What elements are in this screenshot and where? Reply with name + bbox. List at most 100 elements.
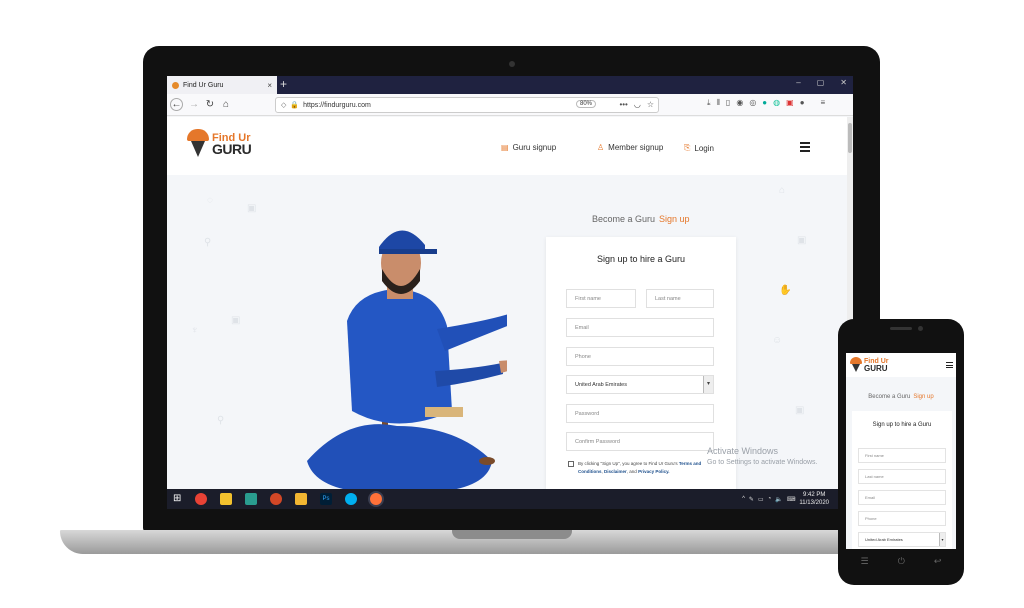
pattern-icon: ▣ bbox=[231, 315, 241, 326]
download-icon[interactable]: ⤓ bbox=[707, 98, 711, 108]
terms-text: By clicking "Sign Up", you agree to Find… bbox=[568, 460, 718, 476]
terms-checkbox[interactable] bbox=[568, 461, 574, 467]
file-explorer-icon[interactable] bbox=[295, 493, 307, 505]
window-controls: – ▢ ✕ bbox=[796, 78, 847, 87]
email-input[interactable]: Email bbox=[566, 318, 714, 337]
phone-input[interactable]: Phone bbox=[566, 347, 714, 366]
forward-icon[interactable]: → bbox=[186, 99, 202, 110]
country-selected-value: United Arab Emirates bbox=[575, 381, 627, 388]
taskbar-clock[interactable]: 9:42 PM 11/13/2020 bbox=[799, 491, 829, 507]
address-bar[interactable]: ◇ 🔒 https://findurguru.com 80% ••• ◡ ☆ bbox=[275, 97, 659, 113]
extension-icon[interactable]: ● bbox=[800, 98, 805, 108]
phone-email-input[interactable]: Email bbox=[858, 490, 946, 505]
menu-icon[interactable]: ≡ bbox=[821, 98, 826, 108]
nav-login[interactable]: ⎘ Login bbox=[684, 143, 714, 153]
phone-phone-input[interactable]: Phone bbox=[858, 511, 946, 526]
privacy-link[interactable]: Privacy Policy. bbox=[638, 469, 669, 474]
first-name-input[interactable]: First name bbox=[566, 289, 636, 308]
browser-tab[interactable]: Find Ur Guru × bbox=[167, 76, 277, 94]
activate-windows-subtitle: Go to Settings to activate Windows. bbox=[707, 459, 818, 466]
phone-signup-link[interactable]: Sign up bbox=[913, 394, 933, 400]
extension-new-icon[interactable]: ▣ bbox=[786, 98, 794, 108]
firefox-icon[interactable] bbox=[370, 493, 382, 505]
windows-start-icon[interactable]: ⊞ bbox=[173, 493, 185, 505]
disclaimer-link[interactable]: Disclaimer bbox=[604, 469, 627, 474]
zoom-level[interactable]: 80% bbox=[575, 100, 596, 108]
worker-illustration bbox=[307, 230, 507, 491]
powerpoint-icon[interactable] bbox=[270, 493, 282, 505]
shield-icon: ◇ bbox=[281, 102, 287, 109]
password-input[interactable]: Password bbox=[566, 404, 714, 423]
nav-guru-signup[interactable]: ▤ Guru signup bbox=[501, 143, 556, 152]
sidebar-icon[interactable]: ▯ bbox=[726, 98, 730, 108]
last-name-input[interactable]: Last name bbox=[646, 289, 714, 308]
lock-icon: 🔒 bbox=[290, 102, 300, 109]
pocket-icon[interactable]: ◡ bbox=[634, 100, 641, 109]
pen-icon[interactable]: ✎ bbox=[749, 496, 754, 503]
site-header: Find Ur GURU ▤ Guru signup ♙ Member sign… bbox=[167, 117, 847, 175]
bookmark-star-icon[interactable]: ☆ bbox=[647, 100, 654, 109]
pattern-icon: ⌂ bbox=[779, 185, 786, 196]
become-guru-signup-link[interactable]: Sign up bbox=[659, 214, 690, 224]
chevron-up-icon[interactable]: ^ bbox=[742, 496, 745, 502]
back-icon[interactable]: ← bbox=[170, 98, 183, 111]
chrome-icon[interactable] bbox=[195, 493, 207, 505]
library-icon[interactable]: ⫴ bbox=[717, 98, 720, 108]
document-icon: ▤ bbox=[501, 143, 509, 152]
windows-taskbar: ⊞ Ps ^ ✎ ▭ ◔ 🔈 ⌨ 9:42 PM 11/13/2020 bbox=[167, 489, 853, 509]
grammarly-icon[interactable]: ◍ bbox=[773, 98, 780, 108]
logo-line2: GURU bbox=[212, 141, 252, 157]
browser-toolbar: ← → ↻ ⌂ ◇ 🔒 https://findurguru.com 80% •… bbox=[167, 94, 853, 116]
app-icon[interactable] bbox=[245, 493, 257, 505]
tab-close-icon[interactable]: × bbox=[267, 81, 272, 90]
more-icon[interactable]: ••• bbox=[619, 100, 627, 109]
phone-screen: Find Ur GURU Become a Guru Sign up Sign u… bbox=[846, 353, 956, 549]
phone-site-logo[interactable]: Find Ur GURU bbox=[850, 357, 889, 373]
battery-icon[interactable]: ▭ bbox=[758, 496, 764, 503]
phone-last-name-input[interactable]: Last name bbox=[858, 469, 946, 484]
maximize-button[interactable]: ▢ bbox=[817, 78, 825, 87]
new-tab-button[interactable]: + bbox=[280, 77, 287, 91]
network-icon[interactable]: ◔ bbox=[768, 496, 772, 502]
skype-icon[interactable] bbox=[345, 493, 357, 505]
pattern-icon: ⚲ bbox=[217, 415, 225, 426]
phone-first-name-input[interactable]: First name bbox=[858, 448, 946, 463]
extension-icon[interactable]: ◎ bbox=[749, 98, 756, 108]
phone-menu-icon[interactable]: ☰ bbox=[861, 556, 869, 567]
phone-form-title: Sign up to hire a Guru bbox=[872, 422, 932, 428]
pattern-icon: ⚲ bbox=[204, 237, 212, 248]
extension-icon[interactable]: ● bbox=[762, 98, 767, 108]
keyboard-icon[interactable]: ⌨ bbox=[787, 496, 796, 503]
home-icon[interactable]: ⌂ bbox=[218, 99, 234, 110]
phone-hamburger-menu-icon[interactable] bbox=[946, 362, 953, 370]
volume-icon[interactable]: 🔈 bbox=[775, 496, 782, 503]
phone-power-icon[interactable]: ⏻ bbox=[898, 556, 905, 567]
login-icon: ⎘ bbox=[684, 143, 691, 152]
site-logo[interactable]: Find Ur GURU bbox=[187, 129, 252, 159]
clock-date: 11/13/2020 bbox=[799, 500, 829, 506]
system-tray: ^ ✎ ▭ ◔ 🔈 ⌨ 9:42 PM 11/13/2020 bbox=[742, 491, 829, 507]
sublime-icon[interactable] bbox=[220, 493, 232, 505]
minimize-button[interactable]: – bbox=[796, 78, 800, 87]
country-select[interactable]: United Arab Emirates ▾ bbox=[566, 375, 714, 394]
hero-section: ◌ ▣ ⚲ ♆ ▣ ⚲ ⌂ ▣ ✋ ☺ ▣ Become a Guru Sign … bbox=[167, 175, 847, 491]
phone-back-icon[interactable]: ↩ bbox=[934, 556, 942, 567]
extension-icon[interactable]: ◉ bbox=[736, 98, 743, 108]
chevron-down-icon: ▾ bbox=[939, 533, 945, 546]
guru-logo-icon bbox=[187, 129, 209, 159]
pattern-icon: ▣ bbox=[247, 203, 257, 214]
device-mockup: Find Ur Guru × + – ▢ ✕ ← → ↻ ⌂ ◇ 🔒 https… bbox=[0, 0, 1024, 608]
photoshop-icon[interactable]: Ps bbox=[320, 493, 332, 505]
confirm-password-input[interactable]: Confirm Password bbox=[566, 432, 714, 451]
close-window-button[interactable]: ✕ bbox=[840, 78, 847, 87]
url-actions: ••• ◡ ☆ bbox=[619, 100, 654, 109]
hamburger-menu-icon[interactable] bbox=[800, 142, 810, 154]
nav-member-signup[interactable]: ♙ Member signup bbox=[597, 143, 663, 152]
reload-icon[interactable]: ↻ bbox=[202, 99, 218, 110]
laptop-camera bbox=[509, 61, 515, 67]
become-guru-text: Become a Guru Sign up bbox=[592, 214, 690, 224]
laptop-screen: Find Ur Guru × + – ▢ ✕ ← → ↻ ⌂ ◇ 🔒 https… bbox=[167, 76, 853, 509]
phone-country-select[interactable]: United Arab Emirates ▾ bbox=[858, 532, 946, 547]
phone-signup-form-card: Sign up to hire a Guru First name Last n… bbox=[852, 411, 952, 549]
toolbar-icons: ⤓ ⫴ ▯ ◉ ◎ ● ◍ ▣ ● ≡ bbox=[707, 98, 825, 108]
